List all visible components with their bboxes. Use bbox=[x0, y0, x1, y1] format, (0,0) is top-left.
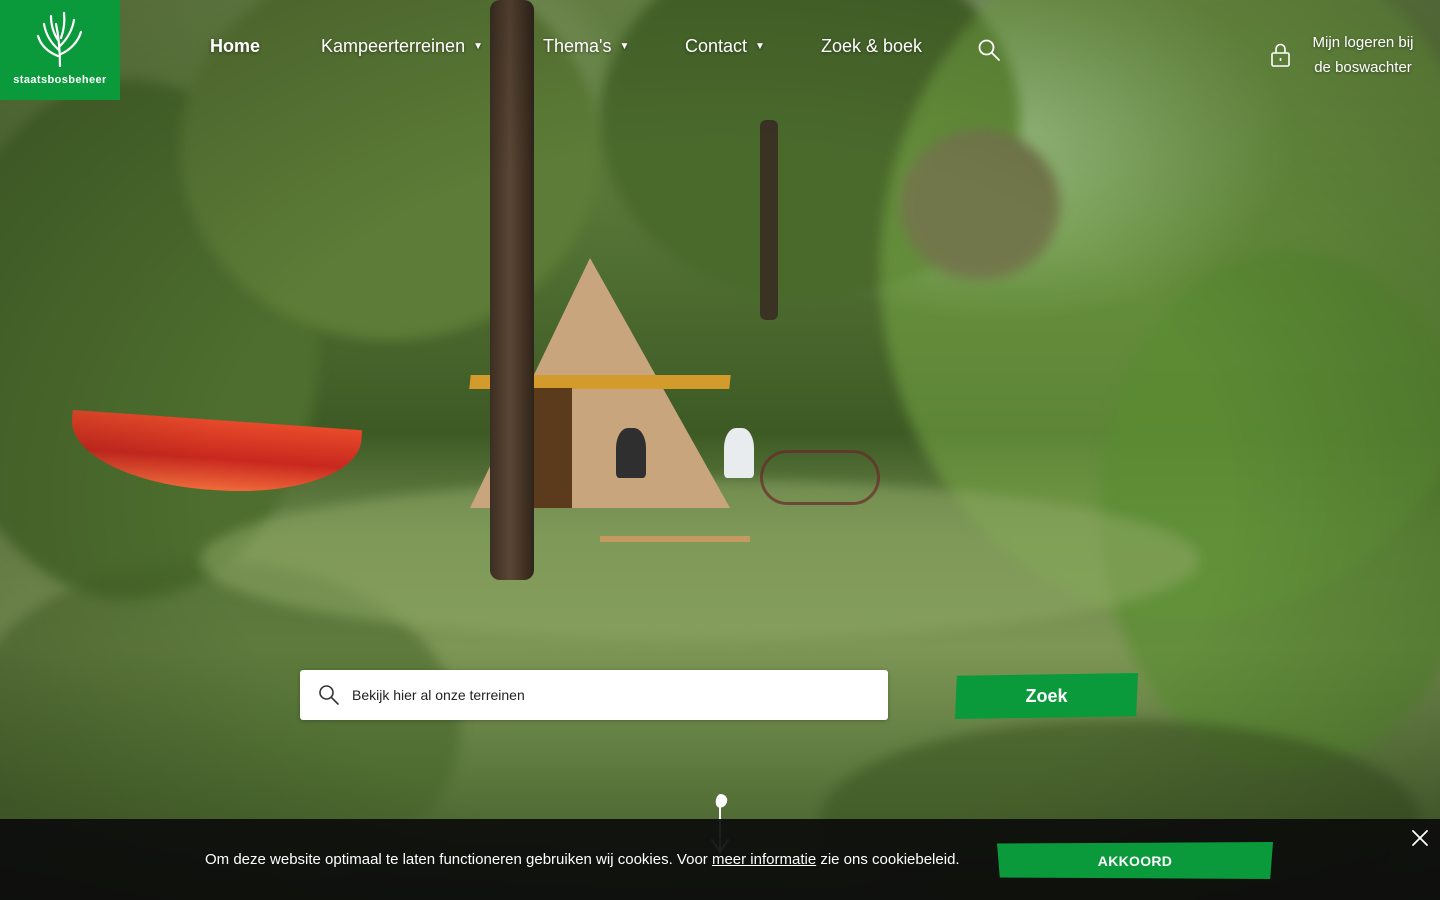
nav-item-themas[interactable]: Thema's ▼ bbox=[543, 36, 629, 57]
nav-label: Contact bbox=[685, 36, 748, 56]
hero-image bbox=[0, 0, 1440, 900]
login-line-2: de boswachter bbox=[1314, 59, 1412, 76]
nav-label: Kampeerterreinen bbox=[321, 36, 466, 56]
lock-icon bbox=[1271, 43, 1290, 67]
cookie-message: Om deze website optimaal te laten functi… bbox=[205, 851, 960, 868]
caret-down-icon: ▼ bbox=[755, 41, 765, 52]
nav-item-contact[interactable]: Contact ▼ bbox=[685, 36, 765, 57]
nav-label: Home bbox=[210, 36, 261, 56]
caret-down-icon: ▼ bbox=[473, 41, 483, 52]
search-field bbox=[300, 670, 888, 720]
caret-down-icon: ▼ bbox=[619, 41, 630, 52]
main-nav: Home Kampeerterreinen ▼ Thema's ▼ Contac… bbox=[0, 0, 1440, 100]
login-line-1: Mijn logeren bij bbox=[1312, 34, 1414, 51]
login-label: Mijn logeren bij de boswachter bbox=[1300, 30, 1426, 80]
nav-item-home[interactable]: Home bbox=[210, 36, 260, 57]
cookie-text-before: Om deze website optimaal te laten functi… bbox=[205, 851, 712, 868]
close-icon[interactable] bbox=[1410, 828, 1430, 853]
search-input[interactable] bbox=[352, 687, 852, 703]
akkoord-button[interactable]: AKKOORD bbox=[997, 842, 1273, 879]
nav-item-kampeerterreinen[interactable]: Kampeerterreinen ▼ bbox=[321, 36, 483, 57]
search-icon[interactable] bbox=[977, 38, 1001, 67]
zoek-button[interactable]: Zoek bbox=[955, 673, 1138, 719]
nav-label: Zoek & boek bbox=[821, 36, 923, 56]
nav-label: Thema's bbox=[543, 36, 612, 56]
cookie-bar: Om deze website optimaal te laten functi… bbox=[0, 819, 1440, 900]
cookie-text-after: zie ons cookiebeleid. bbox=[816, 851, 960, 868]
login-link[interactable]: Mijn logeren bij de boswachter bbox=[1268, 30, 1428, 80]
cookie-more-info-link[interactable]: meer informatie bbox=[712, 851, 816, 868]
nav-item-zoek-boek[interactable]: Zoek & boek bbox=[821, 36, 922, 57]
search-icon bbox=[319, 685, 339, 705]
